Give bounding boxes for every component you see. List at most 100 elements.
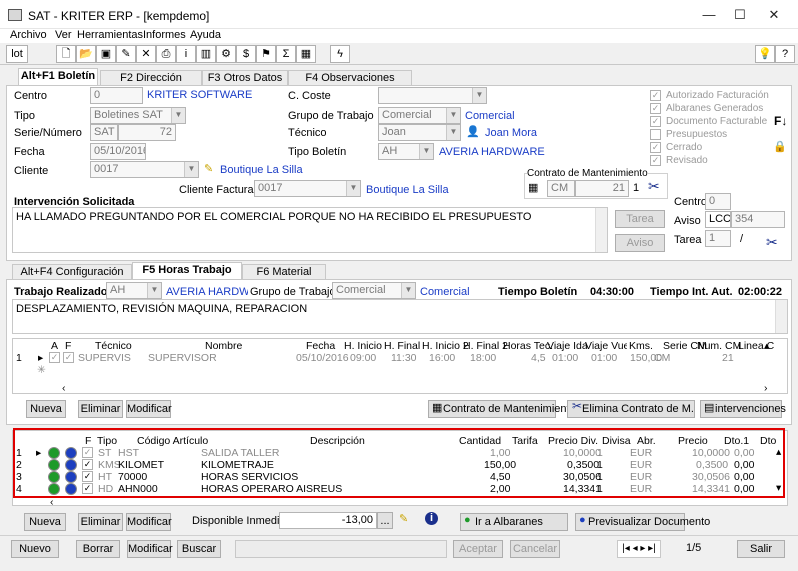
previsualizar-button[interactable]: Previsualizar Documento <box>575 513 710 531</box>
intervencion-textarea[interactable]: HA LLAMADO PREGUNTANDO POR EL COMERCIAL … <box>12 207 608 253</box>
print-icon[interactable]: ⎙ <box>156 45 176 63</box>
menu-informes[interactable]: Informes <box>143 29 186 41</box>
sum-icon[interactable]: Σ <box>276 45 296 63</box>
aceptar-button[interactable]: Aceptar <box>453 540 503 558</box>
chk-revisado[interactable]: ✓ <box>650 155 661 166</box>
info-icon[interactable]: i <box>176 45 196 63</box>
scroll-left-icon[interactable]: ‹ <box>62 382 66 394</box>
sort-icon[interactable]: F↓ <box>774 114 787 128</box>
grupo-link[interactable]: Comercial <box>465 110 515 122</box>
side-tarea-field[interactable]: 1 <box>705 230 731 247</box>
trabajo-textarea[interactable]: DESPLAZAMIENTO, REVISIÓN MAQUINA, REPARA… <box>12 299 788 334</box>
cancelar-button[interactable]: Cancelar <box>510 540 560 558</box>
cliente-link[interactable]: Boutique La Silla <box>220 164 303 176</box>
disponible-more-button[interactable]: ... <box>377 512 393 529</box>
trabajo-scrollbar[interactable] <box>775 300 787 333</box>
tab-boletin[interactable]: Alt+F1 Boletín <box>18 68 98 86</box>
info-circle-icon[interactable]: i <box>425 512 438 525</box>
pencil-icon[interactable]: ✎ <box>204 162 213 175</box>
material-modificar-button[interactable]: Modificar <box>126 513 172 531</box>
person-icon[interactable]: 👤 <box>466 125 480 138</box>
delete-icon[interactable]: ✕ <box>136 45 156 63</box>
tipobol-combo[interactable]: AH ▼ <box>378 143 434 160</box>
row-f-checkbox[interactable]: ✓ <box>63 352 74 363</box>
money-icon[interactable]: $ <box>236 45 256 63</box>
material-nueva-button[interactable]: Nueva <box>24 513 66 531</box>
save-icon[interactable]: ▣ <box>96 45 116 63</box>
tab-horas-trabajo[interactable]: F5 Horas Trabajo <box>132 262 242 280</box>
chk-autorizado[interactable]: ✓ <box>650 90 661 101</box>
scroll-down-icon[interactable]: › <box>764 382 768 394</box>
tab-direccion[interactable]: F2 Dirección <box>100 70 202 86</box>
scroll-up-icon[interactable]: ▴ <box>764 340 769 352</box>
intervencion-scrollbar[interactable] <box>595 208 607 252</box>
menu-ver[interactable]: Ver <box>55 29 72 41</box>
contrato-code[interactable]: CM <box>547 180 575 197</box>
tipo-combo[interactable]: Boletines SAT ▼ <box>90 107 186 124</box>
clifact-combo[interactable]: 0017 ▼ <box>254 180 361 197</box>
chk-albaranes[interactable]: ✓ <box>650 103 661 114</box>
scissors-icon[interactable]: ✂ <box>648 178 660 195</box>
side-scissors-icon[interactable]: ✂ <box>766 234 778 251</box>
flag-icon[interactable]: ⚑ <box>256 45 276 63</box>
ir-albaranes-button[interactable]: Ir a Albaranes <box>460 513 568 531</box>
edit-icon[interactable]: ✎ <box>116 45 136 63</box>
tecnico-link[interactable]: Joan Mora <box>485 127 537 139</box>
centro-field[interactable]: 0 <box>90 87 143 104</box>
record-nav[interactable]: |◂ ◂ ▸ ▸| <box>617 540 661 558</box>
contrato-num[interactable]: 21 <box>575 180 629 197</box>
chk-presupuestos[interactable] <box>650 129 661 140</box>
tools-icon[interactable]: ⚙ <box>216 45 236 63</box>
close-button[interactable]: ✕ <box>759 4 789 26</box>
help-icon[interactable]: ? <box>775 45 795 63</box>
calc-icon[interactable]: ▦ <box>296 45 316 63</box>
tarea-button[interactable]: Tarea <box>615 210 665 228</box>
tipobol-link[interactable]: AVERIA HARDWARE <box>439 146 545 158</box>
side-aviso-code[interactable]: LCC <box>705 211 731 228</box>
disponible-field[interactable]: -13,00 <box>279 512 377 529</box>
borrar-button[interactable]: Borrar <box>76 540 120 558</box>
disponible-pencil-icon[interactable]: ✎ <box>399 512 408 525</box>
modificar-button[interactable]: Modificar <box>127 540 173 558</box>
chk-cerrado[interactable]: ✓ <box>650 142 661 153</box>
material-eliminar-button[interactable]: Eliminar <box>78 513 123 531</box>
serie-field[interactable]: SAT <box>90 124 118 141</box>
minimize-button[interactable]: — <box>694 4 724 26</box>
trabajo-grupo-combo[interactable]: Comercial ▼ <box>332 282 416 299</box>
contrato-button[interactable]: Contrato de Mantenimiento <box>428 400 576 418</box>
tab-otros-datos[interactable]: F3 Otros Datos <box>202 70 288 86</box>
new-doc-icon[interactable]: 🗋 <box>56 45 76 63</box>
horas-nueva-button[interactable]: Nueva <box>26 400 66 418</box>
coste-combo[interactable]: ▼ <box>378 87 487 104</box>
side-centro-field[interactable]: 0 <box>705 193 731 210</box>
trabajo-tipo-link[interactable]: AVERIA HARDWARE <box>166 286 248 298</box>
bulb-icon[interactable]: 💡 <box>755 45 775 63</box>
maximize-button[interactable]: ☐ <box>725 4 755 26</box>
menu-herramientas[interactable]: Herramientas <box>77 29 143 41</box>
table-row[interactable]: 1 ▸ ✓ ✓ SUPERVIS SUPERVISOR 05/10/2016 0… <box>14 352 774 364</box>
buscar-button[interactable]: Buscar <box>177 540 221 558</box>
menu-ayuda[interactable]: Ayuda <box>190 29 221 41</box>
horas-eliminar-button[interactable]: Eliminar <box>78 400 123 418</box>
centro-link[interactable]: KRITER SOFTWARE <box>147 89 252 101</box>
chart-icon[interactable]: ▥ <box>196 45 216 63</box>
trabajo-grupo-link[interactable]: Comercial <box>420 286 470 298</box>
chk-facturable[interactable]: ✓ <box>650 116 661 127</box>
numero-field[interactable]: 72 <box>118 124 176 141</box>
fecha-field[interactable]: 05/10/2016 <box>90 143 146 160</box>
menu-archivo[interactable]: Archivo <box>10 29 47 41</box>
open-folder-icon[interactable]: 📂 <box>76 45 96 63</box>
grupo-combo[interactable]: Comercial ▼ <box>378 107 461 124</box>
clifact-link[interactable]: Boutique La Silla <box>366 184 449 196</box>
tab-observaciones[interactable]: F4 Observaciones <box>288 70 412 86</box>
tecnico-combo[interactable]: Joan ▼ <box>378 124 461 141</box>
side-aviso-num[interactable]: 354 <box>731 211 785 228</box>
row-a-checkbox[interactable]: ✓ <box>49 352 60 363</box>
tab-configuracion[interactable]: Alt+F4 Configuración <box>12 264 132 280</box>
lot-button[interactable]: lot <box>6 45 28 63</box>
lock-icon[interactable]: 🔒 <box>773 140 787 153</box>
calculator-icon[interactable]: ▦ <box>528 181 538 194</box>
elimina-contrato-button[interactable]: Elimina Contrato de M. <box>567 400 695 418</box>
cliente-combo[interactable]: 0017 ▼ <box>90 161 199 178</box>
nuevo-button[interactable]: Nuevo <box>11 540 59 558</box>
